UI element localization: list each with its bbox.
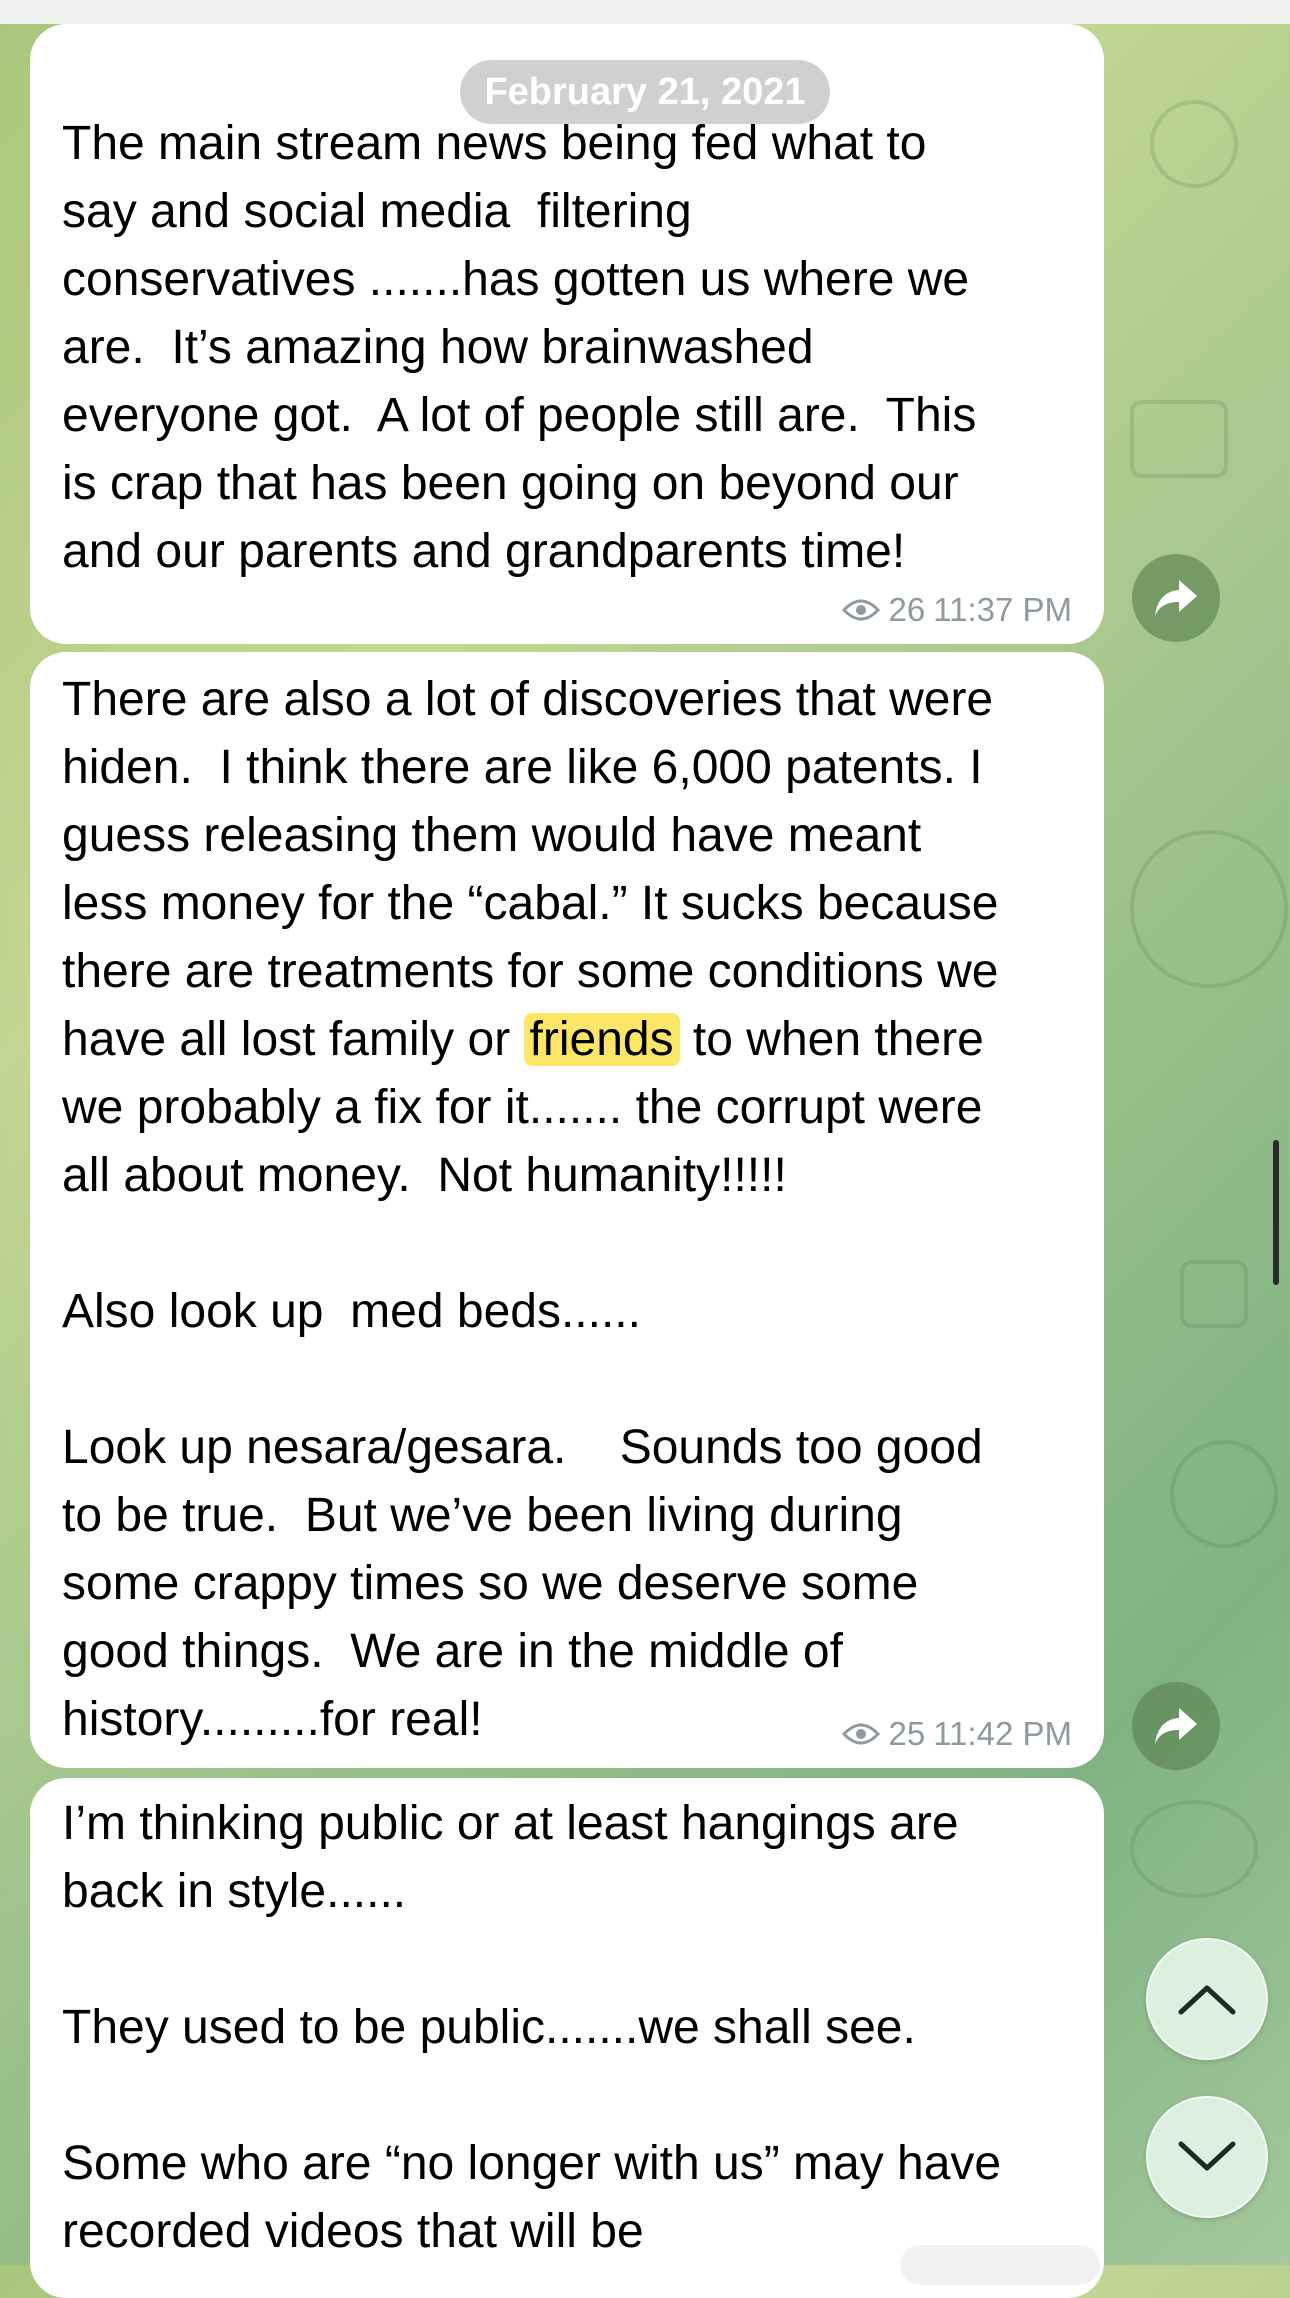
- status-strip: [0, 0, 1290, 24]
- message-meta: 26 11:37 PM: [842, 590, 1072, 630]
- eye-icon: [842, 1723, 881, 1745]
- message-text-part: to when there we probably a fix for it..…: [62, 1013, 984, 1746]
- wallpaper-doodle: [1180, 1260, 1248, 1328]
- chevron-up-icon: [1178, 1985, 1236, 2015]
- wallpaper-doodle: [1130, 400, 1228, 478]
- bottom-bar-edge: [900, 2245, 1100, 2285]
- wallpaper-doodle: [1130, 1800, 1258, 1898]
- search-highlight: friends: [523, 1013, 680, 1066]
- message-time: 11:42 PM: [933, 1715, 1072, 1752]
- wallpaper-doodle: [1130, 830, 1288, 988]
- message-bubble[interactable]: There are also a lot of discoveries that…: [30, 652, 1104, 1768]
- message-time: 11:37 PM: [933, 591, 1072, 628]
- wallpaper-doodle: [1170, 1440, 1278, 1548]
- forward-button[interactable]: [1132, 1682, 1220, 1770]
- forward-button[interactable]: [1132, 554, 1220, 642]
- message-text: I’m thinking public or at least hangings…: [62, 1797, 1002, 2258]
- eye-icon: [842, 599, 881, 621]
- message-text: There are also a lot of discoveries that…: [62, 666, 1072, 1754]
- message-text-part: There are also a lot of discoveries that…: [62, 673, 999, 1066]
- message-meta: 25 11:42 PM: [842, 1714, 1072, 1754]
- forward-arrow-icon: [1155, 580, 1197, 616]
- scroll-up-button[interactable]: [1146, 1938, 1268, 2060]
- scrollbar[interactable]: [1273, 1140, 1279, 1285]
- forward-arrow-icon: [1155, 1708, 1197, 1744]
- date-header: February 21, 2021: [460, 60, 830, 124]
- view-count: 26: [888, 591, 926, 628]
- message-bubble[interactable]: I’m thinking public or at least hangings…: [30, 1778, 1104, 2298]
- scroll-down-button[interactable]: [1146, 2096, 1268, 2218]
- chevron-down-icon: [1178, 2141, 1236, 2171]
- message-text: The main stream news being fed what to s…: [62, 117, 977, 578]
- view-count: 25: [888, 1715, 926, 1752]
- wallpaper-doodle: [1150, 100, 1238, 188]
